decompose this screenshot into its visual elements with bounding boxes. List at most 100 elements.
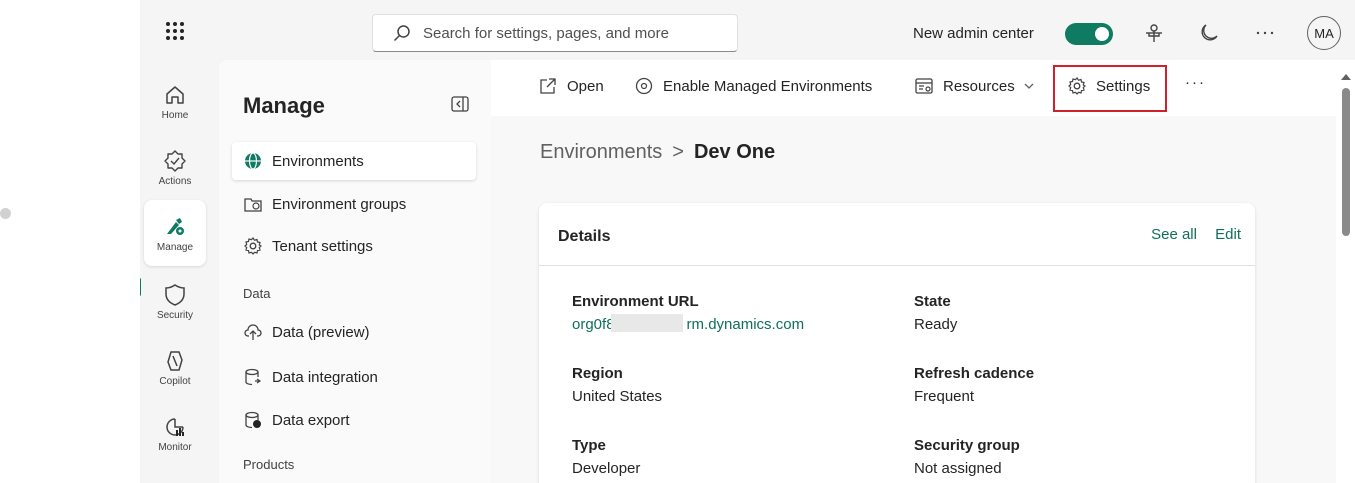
nav-label: Data integration bbox=[272, 368, 378, 386]
nav-item-data-preview[interactable]: Data (preview) bbox=[232, 313, 476, 351]
nav-label: Tenant settings bbox=[272, 237, 373, 255]
gear-icon bbox=[244, 237, 262, 255]
actions-icon bbox=[164, 149, 186, 172]
rail-item-manage[interactable]: Manage bbox=[144, 200, 206, 266]
top-bar: Search for settings, pages, and more New… bbox=[140, 0, 1355, 60]
manage-panel: Manage Environments Environment groups T… bbox=[219, 60, 491, 483]
dark-mode-icon[interactable] bbox=[1198, 22, 1220, 44]
edit-link[interactable]: Edit bbox=[1215, 226, 1241, 243]
rail-label: Home bbox=[161, 109, 189, 121]
new-admin-center-label: New admin center bbox=[913, 25, 1034, 42]
details-actions: See all Edit bbox=[1137, 226, 1241, 243]
field-label: Refresh cadence bbox=[914, 365, 1035, 382]
breadcrumb: Environments > Dev One bbox=[540, 141, 775, 164]
copilot-icon bbox=[167, 350, 183, 371]
rail-item-home[interactable]: Home bbox=[144, 68, 206, 134]
nav-item-data-export[interactable]: Data export bbox=[232, 401, 476, 439]
field-label: Region bbox=[572, 365, 623, 382]
vertical-scrollbar[interactable] bbox=[1336, 60, 1355, 483]
nav-item-tenant-settings[interactable]: Tenant settings bbox=[232, 227, 476, 265]
new-admin-center-toggle[interactable] bbox=[1065, 23, 1113, 45]
breadcrumb-current: Dev One bbox=[693, 141, 776, 163]
field-environment-url: Environment URL org0f8 rm.dynamics.com bbox=[572, 293, 804, 333]
side-dot bbox=[0, 208, 11, 219]
admin-center-app: Search for settings, pages, and more New… bbox=[140, 0, 1355, 483]
globe-icon bbox=[245, 152, 261, 170]
resources-dropdown[interactable]: Resources bbox=[915, 77, 1035, 95]
url-end: rm.dynamics.com bbox=[686, 316, 805, 333]
redaction-box bbox=[611, 314, 683, 332]
nav-item-data-integration[interactable]: Data integration bbox=[232, 358, 476, 396]
resources-icon bbox=[915, 78, 933, 94]
details-card: Details See all Edit Environment URL org… bbox=[539, 203, 1255, 483]
environment-groups-icon bbox=[244, 198, 262, 212]
pin-icon[interactable] bbox=[1143, 22, 1165, 44]
manage-icon bbox=[167, 217, 184, 235]
field-value: Developer bbox=[572, 460, 641, 477]
field-refresh-cadence: Refresh cadence Frequent bbox=[914, 365, 1034, 405]
url-start: org0f8 bbox=[572, 316, 615, 333]
cloud-upload-icon bbox=[244, 324, 262, 340]
field-region: Region United States bbox=[572, 365, 662, 405]
rail-label: Manage bbox=[156, 241, 194, 253]
search-box[interactable]: Search for settings, pages, and more bbox=[372, 14, 738, 52]
field-security-group: Security group Not assigned bbox=[914, 437, 1020, 477]
nav-section-products: Products bbox=[243, 457, 295, 472]
managed-environment-icon bbox=[635, 77, 653, 95]
divider bbox=[539, 265, 1255, 266]
details-title: Details bbox=[558, 228, 611, 245]
avatar[interactable]: MA bbox=[1307, 16, 1341, 50]
field-label: Type bbox=[572, 437, 606, 454]
rail-label: Actions bbox=[158, 175, 192, 187]
scroll-up-arrow-icon[interactable] bbox=[1341, 74, 1351, 80]
left-rail: Home Actions Manage Security Copilot Mon… bbox=[140, 60, 216, 483]
field-value: Not assigned bbox=[914, 460, 1002, 477]
field-value: Frequent bbox=[914, 388, 975, 405]
database-export-icon bbox=[245, 411, 261, 429]
open-button[interactable]: Open bbox=[539, 77, 604, 95]
shield-icon bbox=[165, 283, 185, 306]
breadcrumb-separator: > bbox=[672, 141, 684, 163]
nav-item-environment-groups[interactable]: Environment groups bbox=[232, 185, 476, 223]
enable-managed-label: Enable Managed Environments bbox=[663, 77, 873, 95]
nav-label: Data export bbox=[272, 411, 350, 429]
search-icon bbox=[393, 25, 410, 42]
field-label: State bbox=[914, 293, 951, 310]
command-more-button[interactable]: ··· bbox=[1185, 74, 1206, 91]
nav-label: Data (preview) bbox=[272, 323, 370, 341]
scrollbar-thumb[interactable] bbox=[1342, 88, 1350, 236]
rail-label: Copilot bbox=[159, 375, 191, 387]
field-label: Security group bbox=[914, 437, 1020, 454]
open-external-icon bbox=[540, 78, 556, 94]
rail-active-indicator bbox=[140, 278, 141, 296]
resources-label: Resources bbox=[943, 77, 1015, 95]
nav-section-data: Data bbox=[243, 286, 271, 301]
field-value: Ready bbox=[914, 316, 958, 333]
rail-item-monitor[interactable]: Monitor bbox=[144, 400, 206, 466]
collapse-panel-icon[interactable] bbox=[451, 96, 469, 112]
nav-item-environments[interactable]: Environments bbox=[232, 142, 476, 180]
field-state: State Ready bbox=[914, 293, 957, 333]
rail-item-copilot[interactable]: Copilot bbox=[144, 334, 206, 400]
field-type: Type Developer bbox=[572, 437, 640, 477]
chevron-down-icon bbox=[1024, 83, 1034, 89]
rail-item-actions[interactable]: Actions bbox=[144, 134, 206, 200]
enable-managed-environments-button[interactable]: Enable Managed Environments bbox=[635, 77, 872, 95]
rail-label: Monitor bbox=[158, 441, 192, 453]
environment-url-link[interactable]: org0f8 rm.dynamics.com bbox=[572, 314, 805, 333]
more-options-icon[interactable] bbox=[1254, 22, 1276, 44]
field-label: Environment URL bbox=[572, 293, 699, 310]
see-all-link[interactable]: See all bbox=[1151, 226, 1197, 243]
breadcrumb-environments[interactable]: Environments bbox=[540, 141, 662, 163]
rail-label: Security bbox=[156, 309, 194, 321]
field-value: United States bbox=[572, 388, 663, 405]
settings-highlight-box bbox=[1053, 65, 1167, 112]
home-icon bbox=[166, 85, 184, 104]
open-label: Open bbox=[567, 77, 604, 95]
command-bar: Open Enable Managed Environments Resourc… bbox=[491, 60, 1336, 116]
app-launcher-icon[interactable] bbox=[166, 22, 184, 40]
database-link-icon bbox=[245, 368, 262, 386]
nav-label: Environments bbox=[272, 152, 364, 170]
search-placeholder: Search for settings, pages, and more bbox=[423, 24, 669, 42]
rail-item-security[interactable]: Security bbox=[144, 268, 206, 334]
